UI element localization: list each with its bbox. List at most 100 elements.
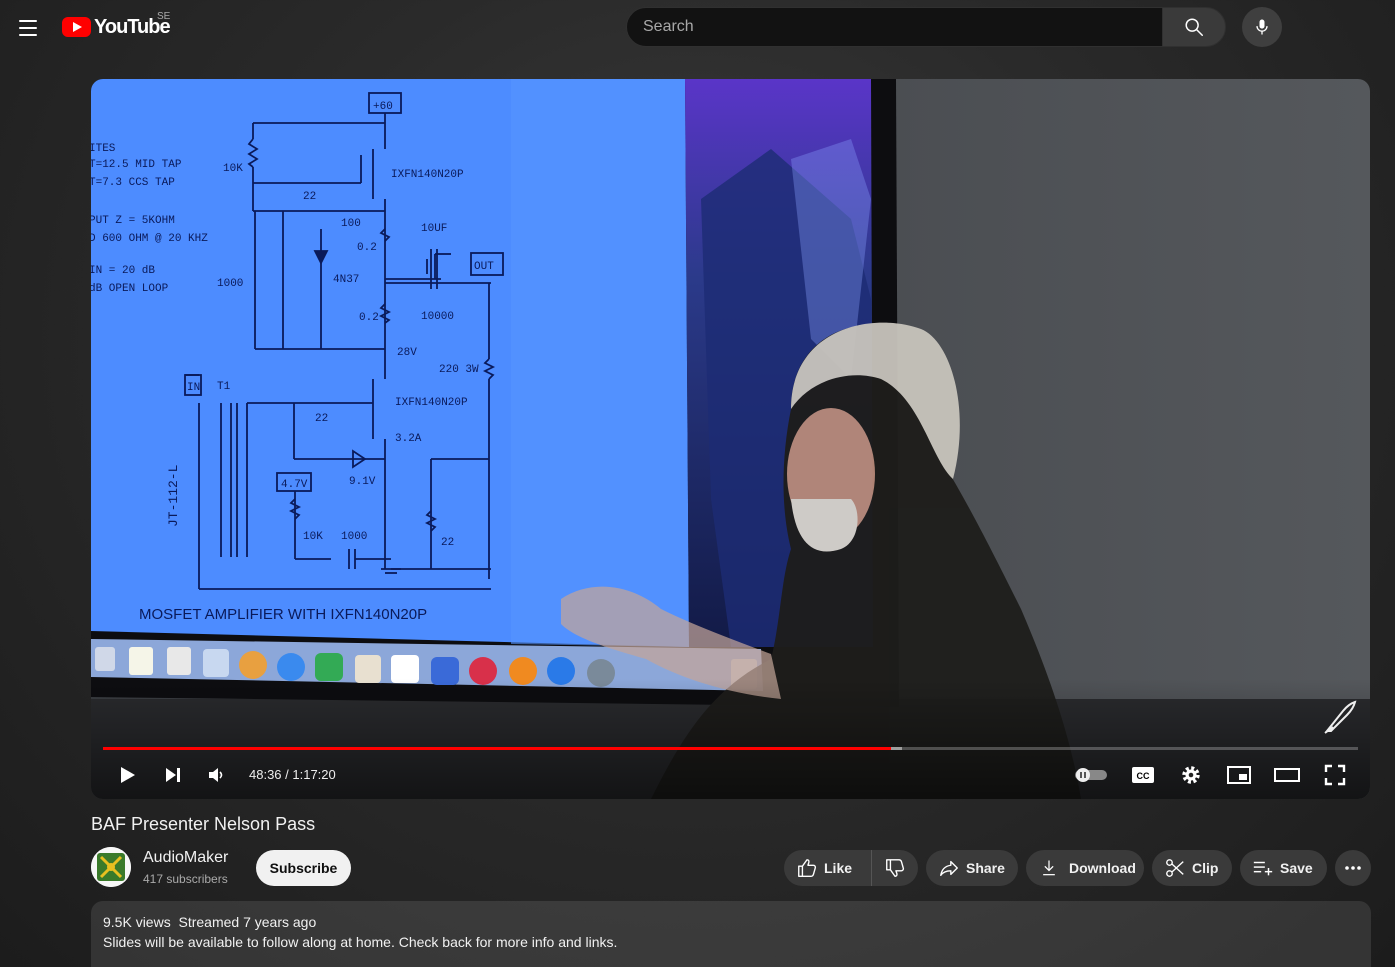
voice-search-button[interactable] [1242,7,1282,47]
slide-note: IN = 20 dB [91,265,155,277]
settings-button[interactable] [1175,759,1207,791]
miniplayer-button[interactable] [1223,759,1255,791]
more-actions-button[interactable] [1335,850,1371,886]
slide-label: JT-112-L [166,465,181,527]
slide-label: 9.1V [349,476,376,488]
slide-note: D 600 OHM @ 20 KHZ [91,233,208,245]
stream-date: Streamed 7 years ago [178,914,317,930]
microphone-icon [1256,19,1268,35]
play-icon [121,767,135,783]
menu-icon-bar [19,27,37,29]
time-display: 48:36 / 1:17:20 [249,767,336,782]
slide-note: T=7.3 CCS TAP [91,177,175,189]
slide-label: OUT [474,261,494,273]
slide-label: 22 [303,191,316,203]
slide-note: PUT Z = 5KOHM [91,215,175,227]
slide-label: 4.7V [281,479,308,491]
slide-label: 1000 [217,278,243,290]
video-title: BAF Presenter Nelson Pass [91,814,316,834]
autoplay-toggle-icon [1075,768,1107,782]
slide-label: 10K [303,531,323,543]
download-icon [1043,860,1055,876]
like-label: Like [824,860,853,876]
share-icon [940,860,958,877]
slide-label: 0.2 [359,312,379,324]
feather-pen-icon [1324,700,1357,734]
gear-icon [1182,766,1200,784]
clip-label: Clip [1192,860,1219,876]
like-dislike-group: Like [784,850,918,886]
subscriber-count: 417 subscribers [143,872,228,886]
play-button[interactable] [111,759,143,791]
video-player[interactable]: +60 ITES T=12.5 MID TAP T=7.3 CCS TAP PU… [91,79,1370,799]
progress-played [103,747,892,750]
download-label: Download [1069,860,1136,876]
slide-label: 10K [223,163,243,175]
menu-button[interactable] [12,12,44,44]
view-count: 9.5K views [103,914,171,930]
skip-next-icon [166,768,180,782]
captions-icon: CC [1132,767,1154,783]
playlist-add-icon [1253,861,1273,876]
progress-bar[interactable] [103,747,1358,750]
slide-label: 10000 [421,311,454,323]
channel-name[interactable]: AudioMaker [143,849,228,867]
country-code: SE [157,11,171,22]
theater-mode-button[interactable] [1271,759,1303,791]
subtitles-button[interactable]: CC [1127,759,1159,791]
search-box [626,7,1163,47]
slide-label: IXFN140N20P [391,169,464,181]
masthead: YouTube SE [0,0,1395,56]
slide-note: ITES [91,143,116,155]
channel-avatar[interactable] [91,847,131,887]
miniplayer-icon [1227,766,1251,784]
slide-label: 100 [341,218,361,230]
fullscreen-button[interactable] [1319,759,1351,791]
slide-label: 10UF [421,223,447,235]
slide-label: 220 3W [439,364,479,376]
slide-supply: +60 [373,101,393,113]
slide-label: 1000 [341,531,367,543]
autoplay-toggle[interactable] [1071,759,1111,791]
theater-mode-icon [1274,768,1300,782]
dislike-button[interactable] [872,850,918,886]
search-icon [1185,18,1203,36]
share-button[interactable]: Share [926,850,1018,886]
youtube-logo[interactable]: YouTube [62,16,171,38]
save-button[interactable]: Save [1240,850,1327,886]
slide-note: dB OPEN LOOP [91,283,169,295]
more-horizontal-icon [1345,866,1361,870]
youtube-play-icon [62,17,91,37]
search-input[interactable] [643,18,1162,36]
mute-button[interactable] [201,759,233,791]
slide-caption: MOSFET AMPLIFIER WITH IXFN140N20P [139,606,427,623]
description-text: Slides will be available to follow along… [103,934,618,950]
slide-label: T1 [217,381,231,393]
download-button[interactable]: Download [1026,850,1144,886]
slide-label: IN [187,382,200,394]
volume-icon [209,768,223,782]
thumbs-down-icon [886,859,905,877]
description-box[interactable]: 9.5K views Streamed 7 years ago Slides w… [91,901,1371,967]
scissors-icon [1166,859,1184,877]
slide-note: T=12.5 MID TAP [91,159,182,171]
fullscreen-icon [1324,764,1346,786]
cc-label: CC [1137,771,1150,781]
share-label: Share [966,860,1005,876]
slide-label: 22 [315,413,328,425]
slide-label: 28V [397,347,417,359]
menu-icon-bar [19,34,37,36]
slide-label: IXFN140N20P [395,397,468,409]
thumbs-up-icon [798,859,817,877]
subscribe-button[interactable]: Subscribe [256,850,351,886]
slide-label: 3.2A [395,433,422,445]
like-button[interactable]: Like [784,850,872,886]
clip-button[interactable]: Clip [1152,850,1232,886]
slide-label: 4N37 [333,274,359,286]
search-button[interactable] [1162,7,1226,47]
slide-label: 22 [441,537,454,549]
slide-label: 0.2 [357,242,377,254]
channel-logo-icon [91,847,131,887]
next-button[interactable] [157,759,189,791]
description-meta: 9.5K views Streamed 7 years ago [103,914,1359,930]
